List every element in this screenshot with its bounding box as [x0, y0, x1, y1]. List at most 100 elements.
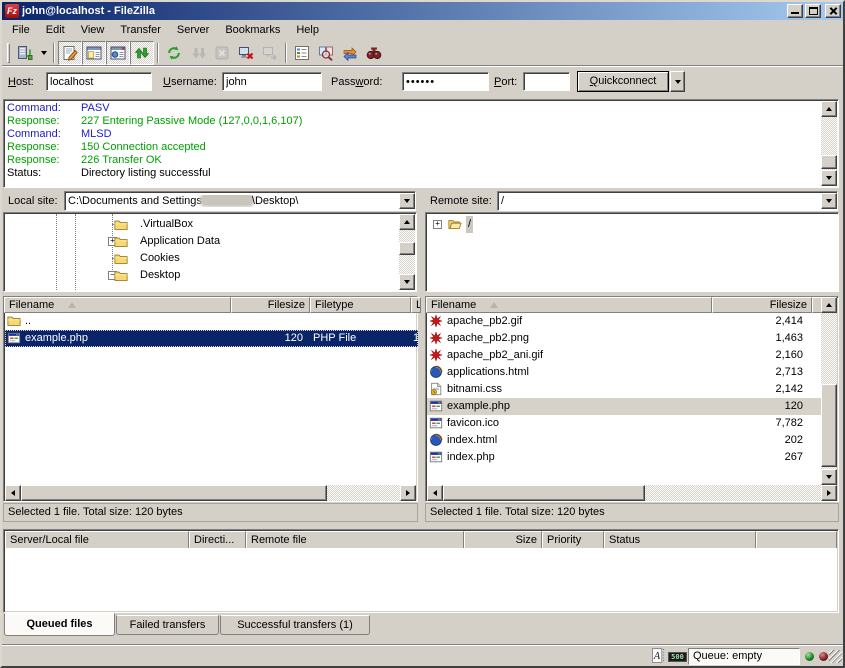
- title-bar[interactable]: Fz john@localhost - FileZilla: [2, 2, 843, 20]
- column-header-filesize[interactable]: Filesize: [231, 297, 310, 313]
- scroll-down-button[interactable]: [399, 274, 415, 290]
- sort-ascending-icon: [68, 302, 76, 308]
- local-tree-scrollbar[interactable]: [399, 214, 415, 290]
- reconnect-button[interactable]: [258, 41, 282, 65]
- scroll-thumb[interactable]: [821, 384, 837, 467]
- file-row-favicon-ico[interactable]: favicon.ico7,782: [427, 415, 822, 432]
- quickconnect-button[interactable]: Quickconnect: [577, 71, 669, 92]
- file-row-example-php[interactable]: example.php120PHP File1: [5, 330, 418, 347]
- menu-help[interactable]: Help: [288, 22, 327, 38]
- queue-column-directi[interactable]: Directi...: [189, 531, 246, 549]
- combo-dropdown-button[interactable]: [399, 193, 415, 209]
- file-row--[interactable]: ..: [5, 313, 418, 330]
- local-site-combobox[interactable]: C:\Documents and Settings\Desktop\: [64, 191, 416, 211]
- queue-column-status[interactable]: Status: [604, 531, 756, 549]
- tree-item-root[interactable]: +/: [426, 216, 837, 233]
- horizontal-scrollbar[interactable]: [5, 485, 416, 501]
- column-header-filename[interactable]: Filename: [4, 297, 231, 313]
- find-files-button[interactable]: [362, 41, 386, 65]
- file-row-index-php[interactable]: index.php267: [427, 449, 822, 466]
- tree-item-application-data[interactable]: +Application Data: [4, 233, 398, 250]
- file-row-index-html[interactable]: index.html202: [427, 432, 822, 449]
- column-header-filename[interactable]: Filename: [426, 297, 712, 313]
- tree-item-desktop[interactable]: −Desktop: [4, 267, 398, 284]
- expand-plus-icon[interactable]: +: [433, 220, 442, 229]
- scroll-down-button[interactable]: [821, 469, 837, 485]
- local-site-label: Local site:: [8, 195, 58, 207]
- site-manager-dropdown-button[interactable]: [37, 41, 50, 65]
- minimize-button[interactable]: [787, 4, 803, 18]
- tree-item-cookies[interactable]: Cookies: [4, 250, 398, 267]
- menu-edit[interactable]: Edit: [38, 22, 73, 38]
- menu-view[interactable]: View: [73, 22, 113, 38]
- scroll-left-button[interactable]: [427, 485, 443, 501]
- process-queue-button[interactable]: [186, 41, 210, 65]
- file-row-apache_pb2-gif[interactable]: apache_pb2.gif2,414: [427, 313, 822, 330]
- scroll-right-button[interactable]: [821, 485, 837, 501]
- queue-column-serverlocalfile[interactable]: Server/Local file: [5, 531, 189, 549]
- queue-column-priority[interactable]: Priority: [542, 531, 604, 549]
- maximize-button[interactable]: [805, 4, 821, 18]
- log-text: 226 Transfer OK: [81, 154, 162, 167]
- menu-file[interactable]: File: [4, 22, 38, 38]
- menu-server[interactable]: Server: [169, 22, 217, 38]
- menu-bookmarks[interactable]: Bookmarks: [217, 22, 288, 38]
- cancel-button[interactable]: [210, 41, 234, 65]
- sync-browsing-button[interactable]: [338, 41, 362, 65]
- scroll-up-button[interactable]: [399, 214, 415, 230]
- toolbar-grip[interactable]: [7, 43, 10, 63]
- scroll-thumb[interactable]: [399, 242, 415, 255]
- refresh-button[interactable]: [162, 41, 186, 65]
- file-row-apache_pb2-png[interactable]: apache_pb2.png1,463: [427, 330, 822, 347]
- file-row-bitnami-css[interactable]: bitnami.css2,142: [427, 381, 822, 398]
- tab-successful-transfers-1-[interactable]: Successful transfers (1): [220, 615, 370, 635]
- column-header-filetype[interactable]: Filetype: [310, 297, 411, 313]
- queue-column-remotefile[interactable]: Remote file: [246, 531, 464, 549]
- tab-failed-transfers[interactable]: Failed transfers: [116, 615, 219, 635]
- column-header-l[interactable]: L: [411, 297, 421, 313]
- tab-queued-files[interactable]: Queued files: [4, 613, 115, 636]
- password-input[interactable]: [402, 72, 489, 91]
- toggle-message-log-button[interactable]: [58, 41, 82, 65]
- scroll-up-button[interactable]: [821, 101, 837, 117]
- filter-button[interactable]: [290, 41, 314, 65]
- filezilla-icon[interactable]: Fz: [5, 4, 19, 18]
- tree-item--virtualbox[interactable]: .VirtualBox: [4, 216, 398, 233]
- toggle-remote-tree-button[interactable]: [106, 41, 130, 65]
- file-size: 2,713: [711, 364, 809, 381]
- scroll-thumb[interactable]: [21, 485, 327, 501]
- column-header-filesize[interactable]: Filesize: [712, 297, 812, 313]
- scroll-left-button[interactable]: [5, 485, 21, 501]
- toggle-local-tree-button[interactable]: [82, 41, 106, 65]
- horizontal-scrollbar[interactable]: [427, 485, 837, 501]
- combo-dropdown-button[interactable]: [821, 193, 837, 209]
- scroll-down-button[interactable]: [821, 170, 837, 186]
- port-input[interactable]: [523, 72, 570, 91]
- remote-site-combobox[interactable]: /: [497, 191, 838, 211]
- sort-ascending-icon: [490, 302, 498, 308]
- site-manager-button[interactable]: [13, 41, 37, 65]
- scroll-up-button[interactable]: [821, 297, 837, 313]
- chevron-down-icon: [41, 51, 47, 55]
- host-input[interactable]: [46, 72, 152, 91]
- file-row-apache_pb2_ani-gif[interactable]: apache_pb2_ani.gif2,160: [427, 347, 822, 364]
- file-row-example-php[interactable]: example.php120: [427, 398, 822, 415]
- menu-transfer[interactable]: Transfer: [112, 22, 169, 38]
- toggle-queue-button[interactable]: [130, 41, 154, 65]
- toolbar: [2, 40, 843, 66]
- username-input[interactable]: [222, 72, 322, 91]
- queue-column-size[interactable]: Size: [464, 531, 542, 549]
- resize-grip[interactable]: [829, 650, 842, 663]
- scroll-thumb[interactable]: [443, 485, 645, 501]
- vertical-scrollbar[interactable]: [821, 297, 837, 485]
- compare-button[interactable]: [314, 41, 338, 65]
- scroll-thumb[interactable]: [821, 155, 837, 169]
- quickconnect-dropdown-button[interactable]: [670, 71, 685, 92]
- file-name: favicon.ico: [445, 415, 711, 432]
- file-row-applications-html[interactable]: applications.html2,713: [427, 364, 822, 381]
- disconnect-button[interactable]: [234, 41, 258, 65]
- arrow-right-icon: [406, 490, 410, 496]
- message-log-scrollbar[interactable]: [821, 101, 837, 186]
- close-button[interactable]: [825, 4, 841, 18]
- scroll-right-button[interactable]: [400, 485, 416, 501]
